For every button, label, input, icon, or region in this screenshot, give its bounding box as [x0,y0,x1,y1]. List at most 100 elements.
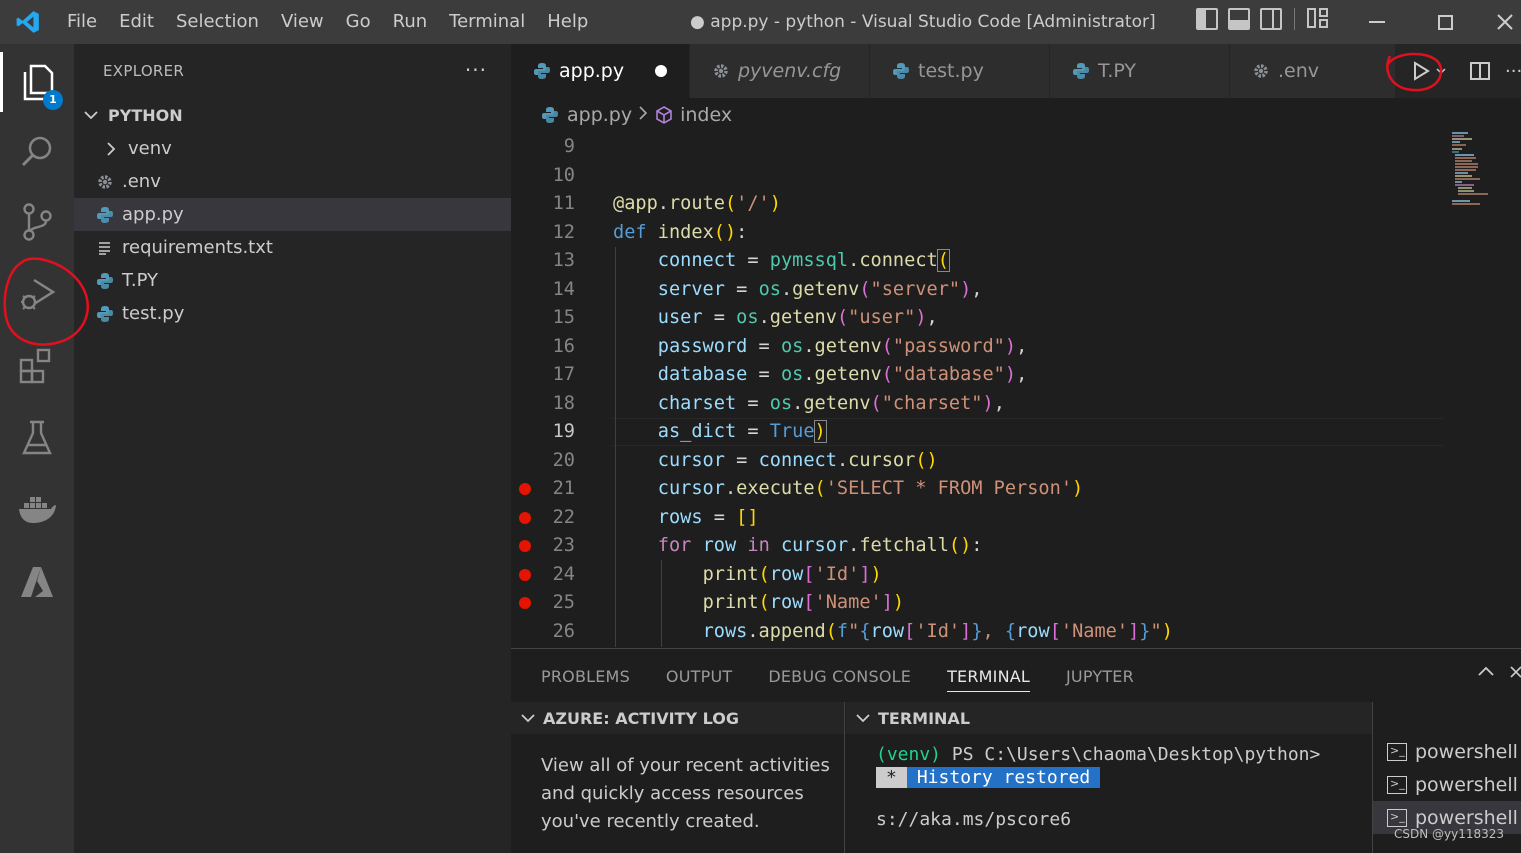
split-editor-icon[interactable] [1469,61,1491,81]
minimap[interactable] [1450,131,1510,221]
source-control-icon [23,203,52,241]
menu-file[interactable]: File [56,0,108,44]
extensions-icon [19,348,51,384]
tree-item-env[interactable]: .env [74,165,511,198]
code-line: 20 cursor = connect.cursor() [511,447,1521,476]
code-line: 15 user = os.getenv("user"), [511,304,1521,333]
menu-run[interactable]: Run [382,0,439,44]
search-activity[interactable] [0,122,74,182]
line-number: 12 [552,221,575,243]
toggle-sidebar-icon[interactable] [1196,8,1218,30]
terminal-instance-label: powershell [1415,740,1518,763]
terminal-prompt: PS C:\Users\chaoma\Desktop\python> [941,744,1321,765]
tab-output[interactable]: OUTPUT [666,649,732,702]
line-number: 21 [552,478,575,499]
tab-label: T.PY [1098,60,1137,82]
code-line: 24 print(row['Id']) [511,561,1521,590]
toggle-panel-icon[interactable] [1228,8,1250,30]
terminal-view[interactable]: TERMINAL (venv) PS C:\Users\chaoma\Deskt… [846,702,1373,853]
azure-section-header[interactable]: AZURE: ACTIVITY LOG [511,702,844,734]
terminal-output: (venv) PS C:\Users\chaoma\Desktop\python… [846,734,1372,830]
tab-problems[interactable]: PROBLEMS [541,649,630,702]
tab-label: .env [1278,60,1320,82]
azure-empty-text: View all of your recent activities and q… [541,755,830,832]
run-debug-activity[interactable] [0,264,74,324]
run-dropdown-chevron-icon[interactable] [1435,66,1447,76]
tree-item-test-py[interactable]: test.py [74,297,511,330]
layout-controls [1196,8,1329,30]
text-lines-icon [94,240,116,256]
tab-app-py[interactable]: app.py [511,44,690,98]
explorer-more-button[interactable]: ··· [465,58,487,82]
history-restored-banner: * History restored [876,767,1101,788]
window-title: ● app.py - python - Visual Studio Code [… [690,12,1156,32]
line-number: 11 [552,193,575,214]
python-icon [94,305,116,323]
testing-activity[interactable] [0,408,74,468]
azure-activity[interactable] [0,552,74,612]
code-line: 26 rows.append(f"{row['Id']}, {row['Name… [511,618,1521,647]
docker-activity[interactable] [0,480,74,540]
maximize-panel-chevron-up-icon[interactable] [1477,665,1495,681]
symbol-method-icon [654,105,674,125]
source-control-activity[interactable] [0,192,74,252]
terminal-venv: (venv) [876,744,942,765]
indent-guide [661,560,662,647]
tree-item-t-py[interactable]: T.PY [74,264,511,297]
terminal-section-header[interactable]: TERMINAL [846,702,1372,734]
unsaved-dot-icon[interactable] [655,65,667,77]
tab-jupyter[interactable]: JUPYTER [1066,649,1134,702]
code-text: for row in cursor.fetchall(): [657,535,983,556]
line-number: 10 [552,164,575,186]
code-line: 18 charset = os.getenv("charset"), [511,390,1521,419]
tab-env[interactable]: .env [1230,44,1400,98]
menu-edit[interactable]: Edit [108,0,165,44]
terminal-instance-1[interactable]: >_ powershell [1373,735,1521,768]
tab-pyvenv-cfg[interactable]: pyvenv.cfg [690,44,870,98]
code-text: @app.route('/') [613,193,781,214]
line-number: 15 [552,307,575,328]
customize-layout-icon[interactable] [1307,8,1329,30]
tab-debug-console[interactable]: DEBUG CONSOLE [768,649,911,702]
line-number: 20 [552,449,575,471]
indent-guide [615,247,616,647]
extensions-activity[interactable] [0,336,74,396]
explorer-header: EXPLORER [103,62,185,80]
tab-label: test.py [918,60,984,82]
toggle-secondary-sidebar-icon[interactable] [1260,8,1282,30]
folder-section-python[interactable]: PYTHON [74,98,511,132]
editor-tabs: app.py pyvenv.cfg test.py T.PY .env ··· [511,44,1521,98]
tree-item-app-py[interactable]: app.py [74,198,511,231]
breadcrumb: app.py index [511,98,1521,131]
tree-item-requirements[interactable]: requirements.txt [74,231,511,264]
more-actions-icon[interactable]: ··· [1505,61,1521,82]
code-line: 12 def index(): [511,219,1521,248]
maximize-button[interactable] [1420,0,1470,44]
menu-go[interactable]: Go [335,0,382,44]
menu-terminal[interactable]: Terminal [438,0,536,44]
close-button[interactable] [1488,0,1521,44]
menu-bar: File Edit Selection View Go Run Terminal… [56,0,599,44]
menu-selection[interactable]: Selection [165,0,270,44]
close-panel-icon[interactable] [1509,665,1521,683]
tree-item-venv[interactable]: venv [74,132,511,165]
explorer-activity[interactable]: 1 [0,52,74,112]
tab-t-py[interactable]: T.PY [1050,44,1230,98]
run-debug-icon [21,278,56,310]
breadcrumb-symbol[interactable]: index [680,104,732,126]
breadcrumb-file[interactable]: app.py [567,104,632,126]
line-number: 22 [552,506,575,528]
tree-item-label: app.py [122,204,184,225]
tab-test-py[interactable]: test.py [870,44,1050,98]
terminal-icon: >_ [1387,742,1407,761]
code-line: 14 server = os.getenv("server"), [511,276,1521,305]
terminal-instance-2[interactable]: >_ powershell [1373,768,1521,801]
menu-help[interactable]: Help [536,0,599,44]
gear-icon [712,62,730,80]
chevron-down-icon [521,714,535,723]
code-editor[interactable]: 9 10 11 @app.route('/') 12 def index(): 13… [511,131,1521,647]
menu-view[interactable]: View [270,0,335,44]
minimize-button[interactable] [1352,0,1402,44]
tab-terminal[interactable]: TERMINAL [947,649,1030,702]
run-python-file-icon[interactable] [1411,60,1431,82]
